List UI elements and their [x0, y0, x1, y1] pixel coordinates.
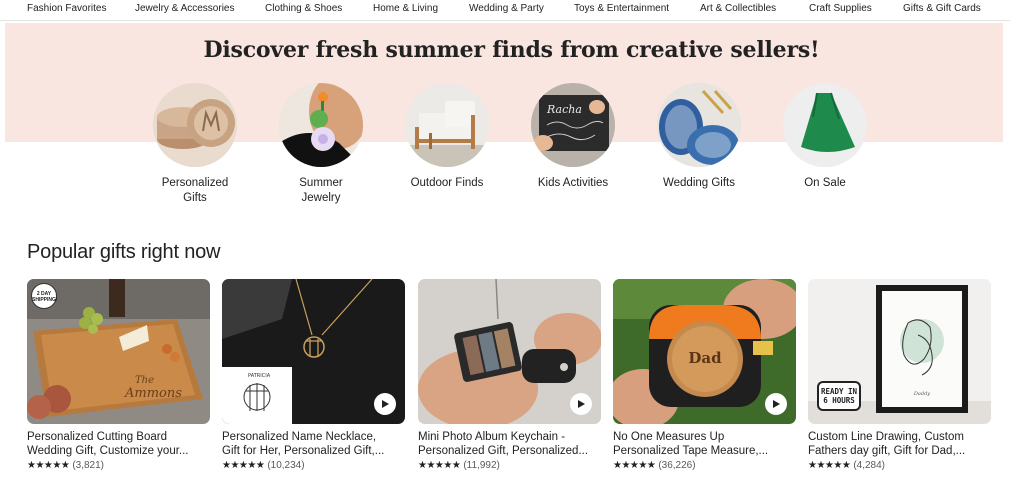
product-rating: ★★★★★ (10,234) — [222, 460, 305, 471]
star-icon: ★★★★★ — [613, 460, 656, 471]
svg-text:Racha: Racha — [546, 103, 582, 116]
review-count: (36,226) — [658, 460, 696, 471]
nav-link-home-living[interactable]: Home & Living — [373, 3, 438, 14]
review-count: (10,234) — [267, 460, 305, 471]
play-icon[interactable] — [570, 393, 592, 415]
product-title-line2[interactable]: Personalized Tape Measure,... — [613, 444, 803, 458]
star-icon: ★★★★★ — [808, 460, 851, 471]
star-icon: ★★★★★ — [27, 460, 70, 471]
svg-text:Daddy: Daddy — [913, 391, 930, 397]
category-label: Personalized Gifts — [161, 177, 229, 204]
svg-text:Ammons: Ammons — [124, 386, 182, 401]
popular-gifts-title: Popular gifts right now — [27, 241, 221, 263]
product-title-line1[interactable]: Custom Line Drawing, Custom — [808, 430, 998, 444]
product-image[interactable]: PATRICIA — [222, 279, 405, 424]
product-title-line2[interactable]: Fathers day gift, Gift for Dad,... — [808, 444, 998, 458]
review-count: (11,992) — [463, 460, 500, 471]
nav-link-wedding-party[interactable]: Wedding & Party — [469, 3, 544, 14]
nav-link-art-collectibles[interactable]: Art & Collectibles — [700, 3, 776, 14]
svg-text:PATRICIA: PATRICIA — [248, 373, 271, 379]
product-title-line2[interactable]: Gift for Her, Personalized Gift,... — [222, 444, 412, 458]
product-card-line-drawing[interactable]: Daddy READY IN 6 HOURS Custom Line Drawi… — [808, 279, 991, 494]
product-card-tape-measure[interactable]: Dad No One Measures Up Personalized Tape… — [613, 279, 796, 494]
kids-activities-image: Racha — [531, 83, 615, 167]
category-label: On Sale — [804, 177, 846, 189]
wedding-gifts-image — [657, 83, 741, 167]
play-icon[interactable] — [765, 393, 787, 415]
nav-link-jewelry-accessories[interactable]: Jewelry & Accessories — [135, 3, 234, 14]
personalized-gifts-image — [153, 83, 237, 167]
on-sale-image — [783, 83, 867, 167]
product-image[interactable]: Dad — [613, 279, 796, 424]
product-title-line1[interactable]: Personalized Name Necklace, — [222, 430, 412, 444]
category-label: Outdoor Finds — [410, 177, 484, 189]
category-label: Kids Activities — [537, 177, 609, 189]
ready-in-6-hours-sticker: READY IN 6 HOURS — [817, 381, 861, 411]
product-image[interactable]: The Ammons 2 DAY SHIPPING! — [27, 279, 210, 424]
product-title-line1[interactable]: Personalized Cutting Board — [27, 430, 217, 444]
product-rating: ★★★★★ (11,992) — [418, 460, 500, 471]
shipping-badge: 2 DAY SHIPPING! — [31, 283, 58, 309]
nav-link-fashion-favorites[interactable]: Fashion Favorites — [27, 3, 106, 14]
product-rating: ★★★★★ (36,226) — [613, 460, 696, 471]
summer-jewelry-image — [279, 83, 363, 167]
review-count: (4,284) — [853, 460, 886, 471]
star-icon: ★★★★★ — [222, 460, 265, 471]
product-card-cutting-board[interactable]: The Ammons 2 DAY SHIPPING! Personalized … — [27, 279, 210, 494]
tape-engraving: Dad — [688, 349, 722, 367]
hero-title: Discover fresh summer finds from creativ… — [203, 37, 820, 63]
product-rating: ★★★★★ (4,284) — [808, 460, 885, 471]
product-card-name-necklace[interactable]: PATRICIA Personalized Name Necklace, Gif… — [222, 279, 405, 494]
product-rating: ★★★★★ (3,821) — [27, 460, 104, 471]
nav-link-toys-entertainment[interactable]: Toys & Entertainment — [574, 3, 669, 14]
product-card-photo-keychain[interactable]: Mini Photo Album Keychain - Personalized… — [418, 279, 601, 494]
category-label: Summer Jewelry — [299, 177, 343, 204]
category-label: Wedding Gifts — [662, 177, 735, 189]
nav-link-gifts-gift-cards[interactable]: Gifts & Gift Cards — [903, 3, 981, 14]
play-icon[interactable] — [374, 393, 396, 415]
review-count: (3,821) — [72, 460, 105, 471]
svg-text:The: The — [135, 375, 154, 386]
product-title-line1[interactable]: Mini Photo Album Keychain - — [418, 430, 608, 444]
category-nav: Fashion Favorites Jewelry & Accessories … — [0, 0, 1010, 21]
star-icon: ★★★★★ — [418, 460, 461, 471]
product-title-line1[interactable]: No One Measures Up — [613, 430, 803, 444]
product-image[interactable] — [418, 279, 601, 424]
product-image[interactable]: Daddy READY IN 6 HOURS — [808, 279, 991, 424]
product-title-line2[interactable]: Wedding Gift, Customize your... — [27, 444, 217, 458]
nav-link-craft-supplies[interactable]: Craft Supplies — [809, 3, 872, 14]
nav-link-clothing-shoes[interactable]: Clothing & Shoes — [265, 3, 342, 14]
outdoor-finds-image — [405, 83, 489, 167]
product-title-line2[interactable]: Personalized Gift, Personalized... — [418, 444, 608, 458]
